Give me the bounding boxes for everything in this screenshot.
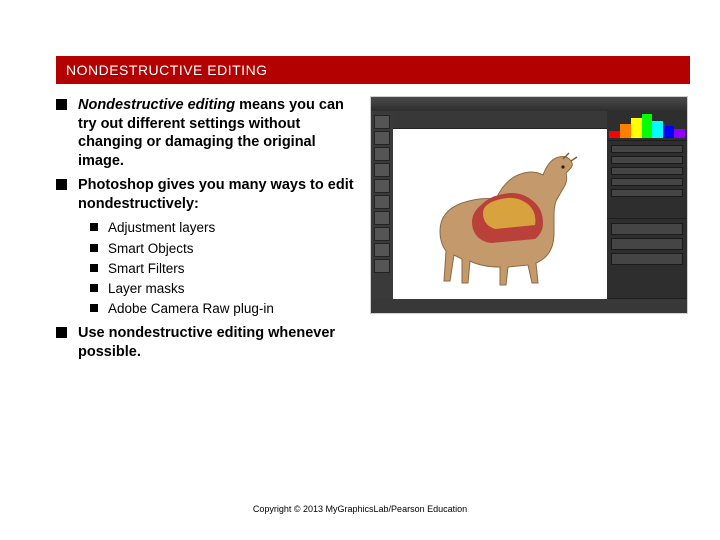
ps-tool-icon <box>374 227 390 241</box>
ps-tool-icon <box>374 211 390 225</box>
ps-tool-icon <box>374 179 390 193</box>
ps-slider <box>611 178 683 186</box>
sub-bullet-5: Adobe Camera Raw plug-in <box>78 300 356 318</box>
bullet-1-term: Nondestructive editing <box>78 97 235 113</box>
bullet-2-text: Photoshop gives you many ways to edit no… <box>78 177 354 212</box>
ps-properties-panel <box>607 141 687 219</box>
slide-title: NONDESTRUCTIVE EDITING <box>66 62 268 78</box>
bullet-2: Photoshop gives you many ways to edit no… <box>56 176 356 318</box>
slide-body: Nondestructive editing means you can try… <box>56 96 356 367</box>
photoshop-screenshot <box>370 96 688 314</box>
slide-title-bar: NONDESTRUCTIVE EDITING <box>56 56 690 84</box>
sub-bullet-4: Layer masks <box>78 280 356 298</box>
sub-bullet-list: Adjustment layers Smart Objects Smart Fi… <box>78 219 356 318</box>
ps-slider <box>611 156 683 164</box>
ps-slider <box>611 145 683 153</box>
ps-tool-icon <box>374 147 390 161</box>
ps-slider <box>611 189 683 197</box>
histogram-bar <box>674 129 685 138</box>
ps-layer-row <box>611 238 683 250</box>
ps-tool-icon <box>374 243 390 257</box>
ps-tool-icon <box>374 259 390 273</box>
sub-bullet-2: Smart Objects <box>78 240 356 258</box>
camel-image <box>413 147 593 287</box>
ps-layer-row <box>611 253 683 265</box>
ps-tool-icon <box>374 195 390 209</box>
histogram-bar <box>642 114 653 138</box>
sub-bullet-3: Smart Filters <box>78 260 356 278</box>
histogram-bar <box>620 124 631 138</box>
ps-tools-panel <box>371 111 393 299</box>
histogram-bar <box>652 121 663 139</box>
ps-titlebar <box>371 97 687 111</box>
histogram-bar <box>663 126 674 139</box>
ps-status-bar <box>371 299 687 313</box>
ps-options-bar <box>393 111 607 129</box>
ps-slider <box>611 167 683 175</box>
bullet-1: Nondestructive editing means you can try… <box>56 96 356 170</box>
copyright-footer: Copyright © 2013 MyGraphicsLab/Pearson E… <box>0 504 720 514</box>
ps-layers-panel <box>607 219 687 299</box>
histogram-bar <box>609 131 620 139</box>
ps-tool-icon <box>374 163 390 177</box>
ps-tool-icon <box>374 131 390 145</box>
bullet-list: Nondestructive editing means you can try… <box>56 96 356 361</box>
ps-right-panels <box>607 111 687 299</box>
ps-histogram-panel <box>607 111 687 141</box>
histogram-bar <box>631 118 642 138</box>
sub-bullet-1: Adjustment layers <box>78 219 356 237</box>
ps-tool-icon <box>374 115 390 129</box>
ps-canvas <box>393 129 607 299</box>
bullet-3: Use nondestructive editing whenever poss… <box>56 324 356 361</box>
ps-layer-row <box>611 223 683 235</box>
